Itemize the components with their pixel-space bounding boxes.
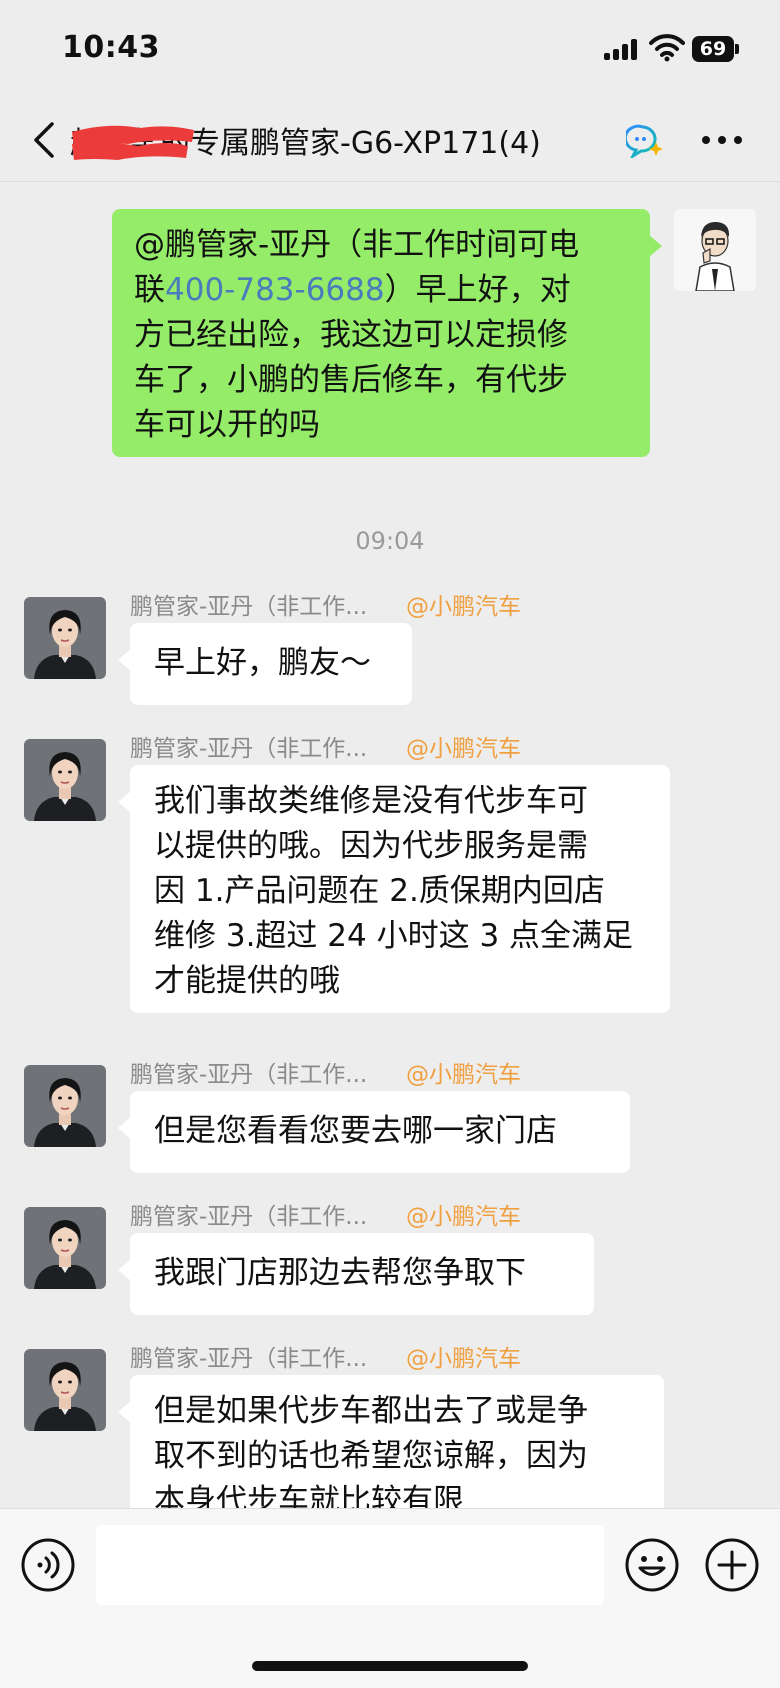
- incoming-message[interactable]: 但是您看看您要去哪一家门店: [118, 1091, 630, 1173]
- sender-name: 鹏管家-亚丹（非工作...: [130, 736, 368, 762]
- battery-icon: 69: [692, 36, 740, 62]
- wifi-icon: [649, 34, 685, 62]
- home-indicator: [252, 1661, 528, 1671]
- bot-icon[interactable]: [623, 124, 664, 161]
- sender-name: 鹏管家-亚丹（非工作...: [130, 1346, 368, 1372]
- incoming-message[interactable]: 我跟门店那边去帮您争取下: [118, 1233, 594, 1315]
- message-line: 取不到的话也希望您谅解，因为: [154, 1438, 588, 1474]
- status-time: 10:43: [62, 30, 160, 65]
- battery-level: 69: [692, 36, 734, 62]
- incoming-message[interactable]: 早上好，鹏友～: [118, 623, 412, 705]
- message-text: 联: [134, 272, 165, 308]
- voice-icon[interactable]: [20, 1537, 76, 1593]
- outgoing-message[interactable]: @鹏管家-亚丹（非工作时间可电 联400-783-6688）早上好，对 方已经出…: [112, 209, 662, 457]
- sender-name: 鹏管家-亚丹（非工作...: [130, 1204, 368, 1230]
- message-line: 联400-783-6688）早上好，对: [134, 268, 628, 313]
- incoming-message[interactable]: 但是如果代步车都出去了或是争 取不到的话也希望您谅解，因为 本身代步车就比较有限: [118, 1375, 664, 1508]
- back-icon[interactable]: [28, 120, 62, 160]
- agent-avatar[interactable]: [24, 1207, 106, 1289]
- incoming-message[interactable]: 我们事故类维修是没有代步车可 以提供的哦。因为代步服务是需 因 1.产品问题在 …: [118, 765, 670, 1013]
- self-avatar[interactable]: [674, 209, 756, 291]
- message-text: ）早上好，对: [384, 272, 571, 308]
- message-line: 早上好，鹏友～: [154, 645, 371, 681]
- sender-name: 鹏管家-亚丹（非工作...: [130, 594, 368, 620]
- sender-org: @小鹏汽车: [406, 594, 521, 620]
- message-line: 但是如果代步车都出去了或是争: [154, 1393, 588, 1429]
- message-line: 我跟门店那边去帮您争取下: [154, 1255, 526, 1291]
- message-line: 才能提供的哦: [154, 963, 340, 999]
- timestamp: 09:04: [355, 527, 425, 555]
- message-line: @鹏管家-亚丹（非工作时间可电: [134, 227, 580, 263]
- status-bar: 10:43 69: [0, 0, 780, 100]
- phone-link[interactable]: 400-783-6688: [165, 272, 385, 308]
- agent-avatar[interactable]: [24, 1349, 106, 1431]
- agent-avatar[interactable]: [24, 597, 106, 679]
- message-line: 本身代步车就比较有限: [154, 1483, 464, 1508]
- agent-avatar[interactable]: [24, 1065, 106, 1147]
- agent-avatar[interactable]: [24, 739, 106, 821]
- message-line: 维修 3.超过 24 小时这 3 点全满足: [154, 918, 634, 954]
- message-line: 以提供的哦。因为代步服务是需: [154, 828, 588, 864]
- signal-icon: [604, 38, 640, 60]
- message-line: 但是您看看您要去哪一家门店: [154, 1113, 557, 1149]
- message-input[interactable]: [96, 1525, 604, 1605]
- message-list[interactable]: @鹏管家-亚丹（非工作时间可电 联400-783-6688）早上好，对 方已经出…: [0, 183, 780, 1508]
- sender-org: @小鹏汽车: [406, 1204, 521, 1230]
- message-line: 因 1.产品问题在 2.质保期内回店: [154, 873, 605, 909]
- input-bar: [0, 1508, 780, 1688]
- chat-header: 赵子某的专属鹏管家-G6-XP171(4): [0, 100, 780, 182]
- message-line: 方已经出险，我这边可以定损修: [134, 317, 568, 353]
- sender-org: @小鹏汽车: [406, 1062, 521, 1088]
- emoji-icon[interactable]: [624, 1537, 680, 1593]
- redaction-mark: [68, 120, 198, 162]
- message-line: 车了，小鹏的售后修车，有代步: [134, 362, 568, 398]
- sender-name: 鹏管家-亚丹（非工作...: [130, 1062, 368, 1088]
- message-line: 我们事故类维修是没有代步车可: [154, 783, 588, 819]
- message-line: 车可以开的吗: [134, 407, 320, 443]
- sender-org: @小鹏汽车: [406, 1346, 521, 1372]
- plus-icon[interactable]: [704, 1537, 760, 1593]
- more-icon[interactable]: [702, 136, 742, 146]
- sender-org: @小鹏汽车: [406, 736, 521, 762]
